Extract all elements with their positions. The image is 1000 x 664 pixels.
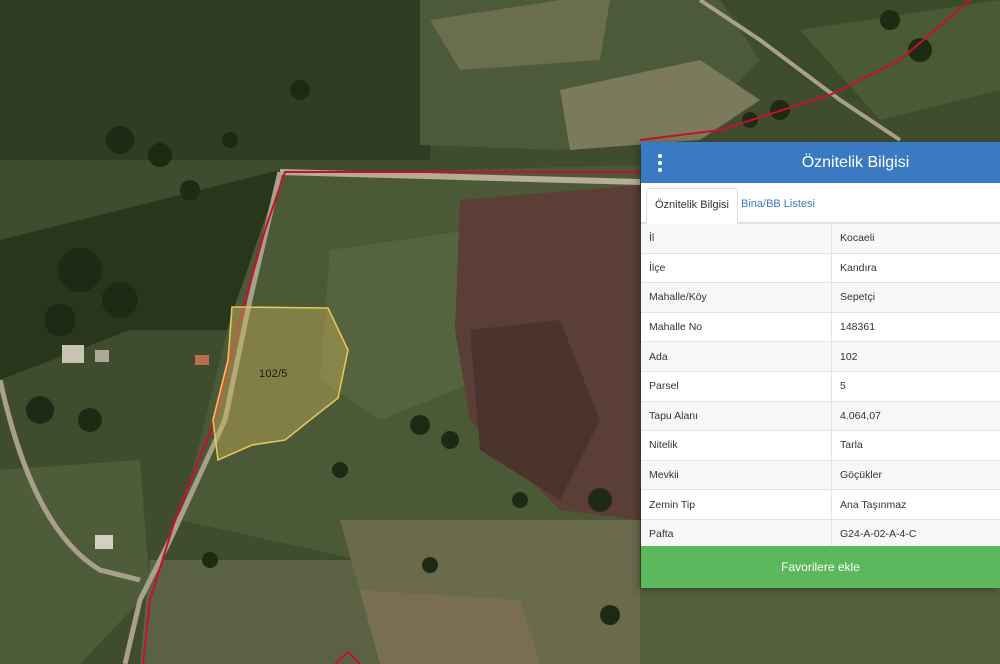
attribute-key: Tapu Alanı [641, 400, 832, 431]
attribute-value: 148361 [831, 311, 1000, 342]
attribute-value: Kandıra [831, 252, 1000, 283]
attribute-value: 5 [831, 370, 1000, 402]
add-to-favorites-button[interactable]: Favorilere ekle [641, 546, 1000, 588]
attribute-key: İlçe [641, 252, 832, 283]
attribute-key: Mahalle/Köy [641, 282, 832, 313]
attribute-key: Mahalle No [641, 311, 832, 342]
table-row: Mahalle/Köy Sepetçi [641, 282, 1000, 313]
attribute-key: İl [641, 223, 832, 254]
attribute-value: Ana Taşınmaz [831, 489, 1000, 520]
parcel-label: 102/5 [259, 368, 288, 380]
table-row: İlçe Kandıra [641, 252, 1000, 283]
attribute-value: Göçükler [831, 459, 1000, 490]
attribute-value: Kocaeli [831, 223, 1000, 254]
attribute-key: Zemin Tip [641, 489, 832, 520]
table-row: Nitelik Tarla [641, 430, 1000, 461]
table-row: İl Kocaeli [641, 223, 1000, 254]
table-row: Parsel 5 [641, 370, 1000, 402]
tab-attribute-info[interactable]: Öznitelik Bilgisi [646, 188, 738, 224]
attribute-key: Ada [641, 341, 832, 372]
table-row: Mahalle No 148361 [641, 311, 1000, 342]
attribute-value: 102 [831, 341, 1000, 372]
table-row: Zemin Tip Ana Taşınmaz [641, 489, 1000, 520]
table-row: Ada 102 [641, 341, 1000, 372]
attribute-value: G24-A-02-A-4-C [831, 518, 1000, 549]
attribute-value: 4.064,07 [831, 400, 1000, 431]
attribute-value: Tarla [831, 430, 1000, 461]
attribute-key: Pafta [641, 518, 832, 549]
attribute-value: Sepetçi [831, 282, 1000, 313]
table-row: Pafta G24-A-02-A-4-C [641, 518, 1000, 549]
attribute-table: İl Kocaeli İlçe Kandıra Mahalle/Köy Sepetçi Ma… [641, 223, 1000, 549]
attribute-key: Mevkii [641, 459, 832, 490]
table-row: Tapu Alanı 4.064,07 [641, 400, 1000, 431]
attribute-key: Nitelik [641, 430, 832, 461]
attribute-info-panel: Öznitelik Bilgisi Öznitelik Bilgisi Bina… [641, 142, 1000, 588]
attribute-key: Parsel [641, 370, 832, 402]
panel-header: Öznitelik Bilgisi [641, 142, 1000, 183]
tab-building-list[interactable]: Bina/BB Listesi [733, 188, 823, 221]
panel-title: Öznitelik Bilgisi [801, 154, 910, 171]
panel-tabs: Öznitelik Bilgisi Bina/BB Listesi [641, 183, 1000, 224]
table-row: Mevkii Göçükler [641, 459, 1000, 490]
